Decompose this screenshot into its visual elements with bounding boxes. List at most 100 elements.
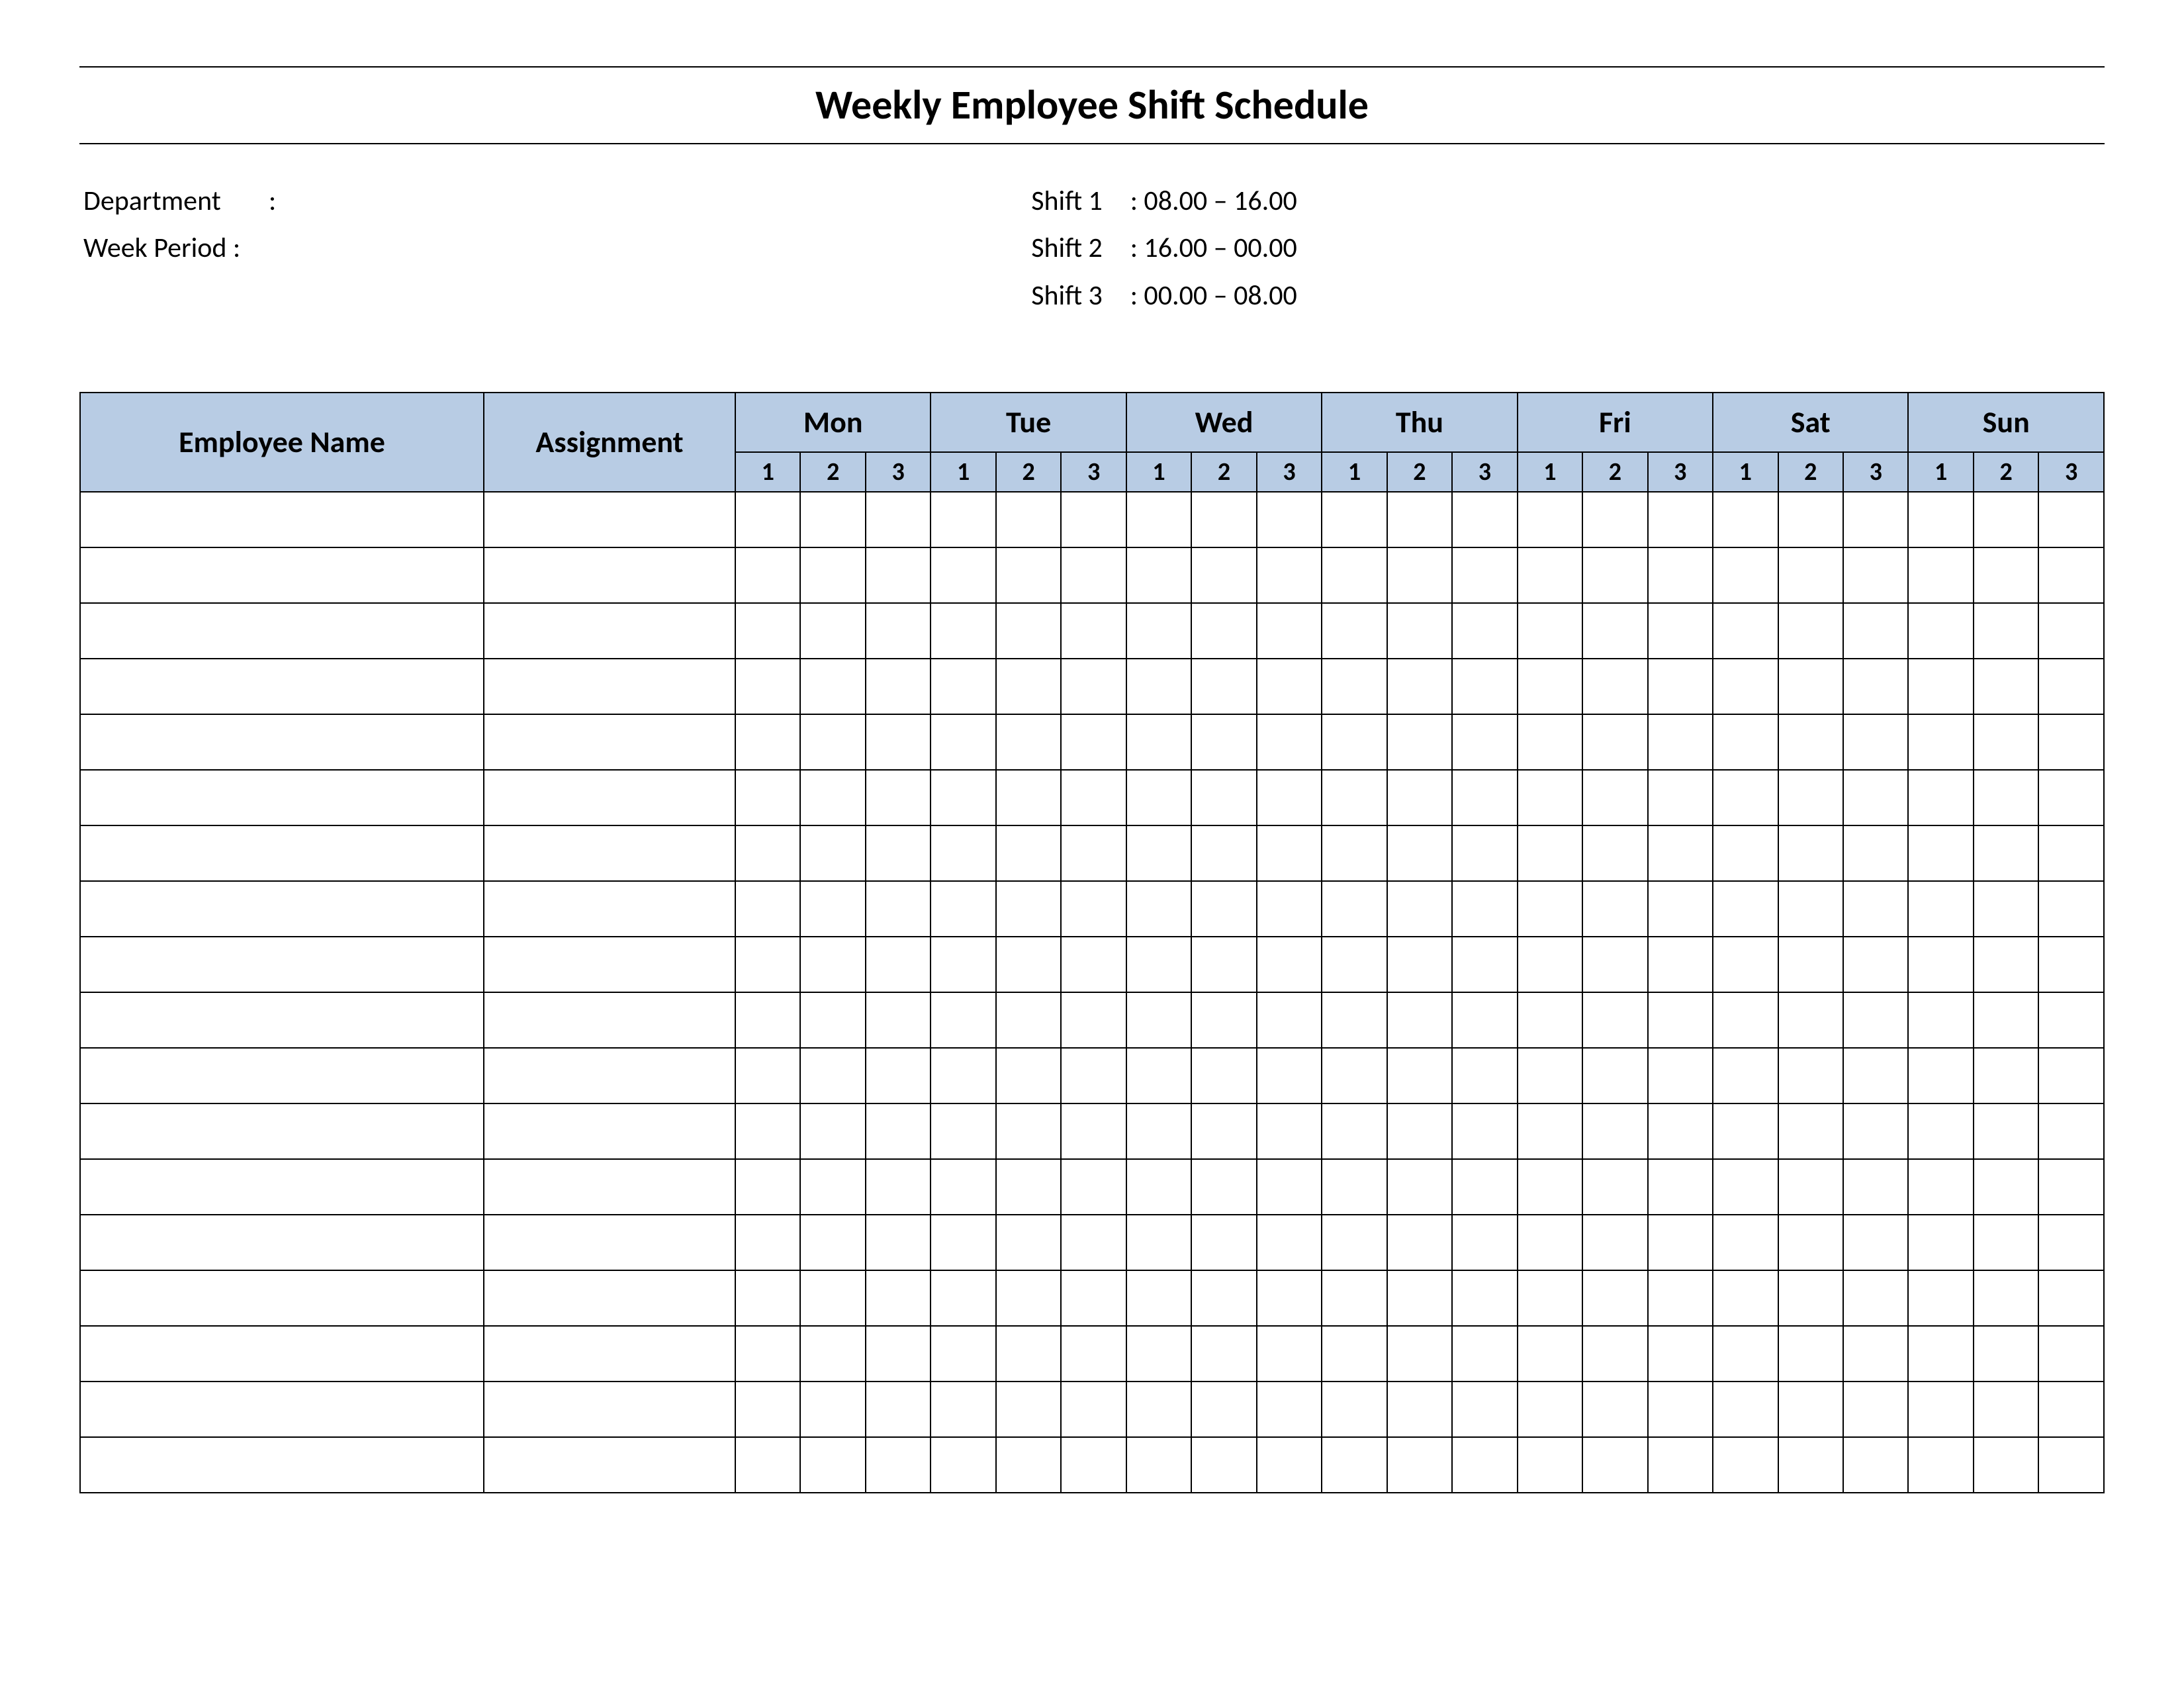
cell-shift[interactable] (1322, 1326, 1387, 1382)
cell-shift[interactable] (1452, 1382, 1517, 1437)
cell-shift[interactable] (996, 770, 1061, 825)
cell-shift[interactable] (996, 1326, 1061, 1382)
cell-shift[interactable] (1582, 603, 1647, 659)
cell-shift[interactable] (800, 714, 865, 770)
cell-shift[interactable] (1191, 547, 1256, 603)
cell-shift[interactable] (1061, 881, 1126, 937)
cell-shift[interactable] (1518, 1382, 1582, 1437)
cell-shift[interactable] (1843, 770, 1908, 825)
cell-shift[interactable] (1582, 1159, 1647, 1215)
cell-shift[interactable] (2038, 881, 2104, 937)
cell-shift[interactable] (1908, 1382, 1973, 1437)
cell-shift[interactable] (1974, 825, 2038, 881)
cell-shift[interactable] (1648, 1159, 1713, 1215)
cell-assignment[interactable] (484, 1437, 735, 1493)
cell-shift[interactable] (1908, 492, 1973, 547)
cell-shift[interactable] (1126, 603, 1191, 659)
cell-shift[interactable] (1257, 603, 1322, 659)
cell-shift[interactable] (2038, 825, 2104, 881)
cell-shift[interactable] (1257, 992, 1322, 1048)
cell-shift[interactable] (1648, 992, 1713, 1048)
cell-shift[interactable] (1713, 1159, 1778, 1215)
cell-shift[interactable] (1974, 1159, 2038, 1215)
cell-shift[interactable] (1518, 492, 1582, 547)
cell-shift[interactable] (1061, 714, 1126, 770)
cell-shift[interactable] (1387, 603, 1452, 659)
cell-shift[interactable] (1778, 714, 1843, 770)
cell-shift[interactable] (800, 1048, 865, 1103)
cell-shift[interactable] (1126, 1215, 1191, 1270)
cell-shift[interactable] (1843, 825, 1908, 881)
cell-assignment[interactable] (484, 547, 735, 603)
cell-shift[interactable] (2038, 659, 2104, 714)
cell-shift[interactable] (800, 1103, 865, 1159)
cell-shift[interactable] (735, 1382, 800, 1437)
cell-employee-name[interactable] (80, 547, 484, 603)
cell-shift[interactable] (1582, 1382, 1647, 1437)
cell-shift[interactable] (1061, 1270, 1126, 1326)
cell-shift[interactable] (1582, 547, 1647, 603)
cell-shift[interactable] (1322, 1215, 1387, 1270)
cell-shift[interactable] (1843, 659, 1908, 714)
cell-shift[interactable] (996, 825, 1061, 881)
cell-shift[interactable] (866, 1159, 931, 1215)
cell-shift[interactable] (1452, 992, 1517, 1048)
cell-shift[interactable] (1518, 714, 1582, 770)
cell-shift[interactable] (1191, 1048, 1256, 1103)
cell-shift[interactable] (1778, 825, 1843, 881)
cell-shift[interactable] (931, 603, 995, 659)
cell-shift[interactable] (1648, 937, 1713, 992)
cell-shift[interactable] (1778, 1437, 1843, 1493)
cell-shift[interactable] (1387, 1326, 1452, 1382)
cell-shift[interactable] (1061, 659, 1126, 714)
cell-shift[interactable] (1061, 1437, 1126, 1493)
cell-shift[interactable] (1126, 881, 1191, 937)
cell-shift[interactable] (1778, 1326, 1843, 1382)
cell-shift[interactable] (1126, 825, 1191, 881)
cell-shift[interactable] (1257, 1382, 1322, 1437)
cell-shift[interactable] (931, 492, 995, 547)
cell-shift[interactable] (1974, 770, 2038, 825)
cell-shift[interactable] (1191, 1215, 1256, 1270)
cell-shift[interactable] (1518, 992, 1582, 1048)
cell-assignment[interactable] (484, 1048, 735, 1103)
cell-shift[interactable] (866, 603, 931, 659)
cell-shift[interactable] (1061, 1103, 1126, 1159)
cell-employee-name[interactable] (80, 659, 484, 714)
cell-shift[interactable] (1061, 1159, 1126, 1215)
cell-shift[interactable] (735, 1103, 800, 1159)
cell-shift[interactable] (931, 1437, 995, 1493)
cell-shift[interactable] (1843, 1270, 1908, 1326)
cell-shift[interactable] (1713, 492, 1778, 547)
cell-shift[interactable] (2038, 547, 2104, 603)
cell-shift[interactable] (1322, 825, 1387, 881)
cell-shift[interactable] (735, 1437, 800, 1493)
cell-shift[interactable] (1713, 1048, 1778, 1103)
cell-shift[interactable] (1974, 1270, 2038, 1326)
cell-shift[interactable] (1322, 770, 1387, 825)
cell-shift[interactable] (1713, 1326, 1778, 1382)
cell-shift[interactable] (1257, 714, 1322, 770)
cell-shift[interactable] (1908, 1048, 1973, 1103)
cell-shift[interactable] (1257, 492, 1322, 547)
cell-shift[interactable] (1713, 770, 1778, 825)
cell-assignment[interactable] (484, 603, 735, 659)
cell-assignment[interactable] (484, 492, 735, 547)
cell-shift[interactable] (1387, 1048, 1452, 1103)
cell-shift[interactable] (1387, 1382, 1452, 1437)
cell-shift[interactable] (1257, 937, 1322, 992)
cell-shift[interactable] (1452, 1103, 1517, 1159)
cell-shift[interactable] (735, 492, 800, 547)
cell-shift[interactable] (1648, 1048, 1713, 1103)
cell-shift[interactable] (1387, 1437, 1452, 1493)
cell-shift[interactable] (1191, 992, 1256, 1048)
cell-shift[interactable] (1582, 492, 1647, 547)
cell-shift[interactable] (1061, 937, 1126, 992)
cell-shift[interactable] (1387, 659, 1452, 714)
cell-shift[interactable] (1322, 1437, 1387, 1493)
cell-shift[interactable] (1452, 1215, 1517, 1270)
cell-shift[interactable] (1908, 937, 1973, 992)
cell-shift[interactable] (996, 881, 1061, 937)
cell-shift[interactable] (1452, 1326, 1517, 1382)
cell-shift[interactable] (1518, 937, 1582, 992)
